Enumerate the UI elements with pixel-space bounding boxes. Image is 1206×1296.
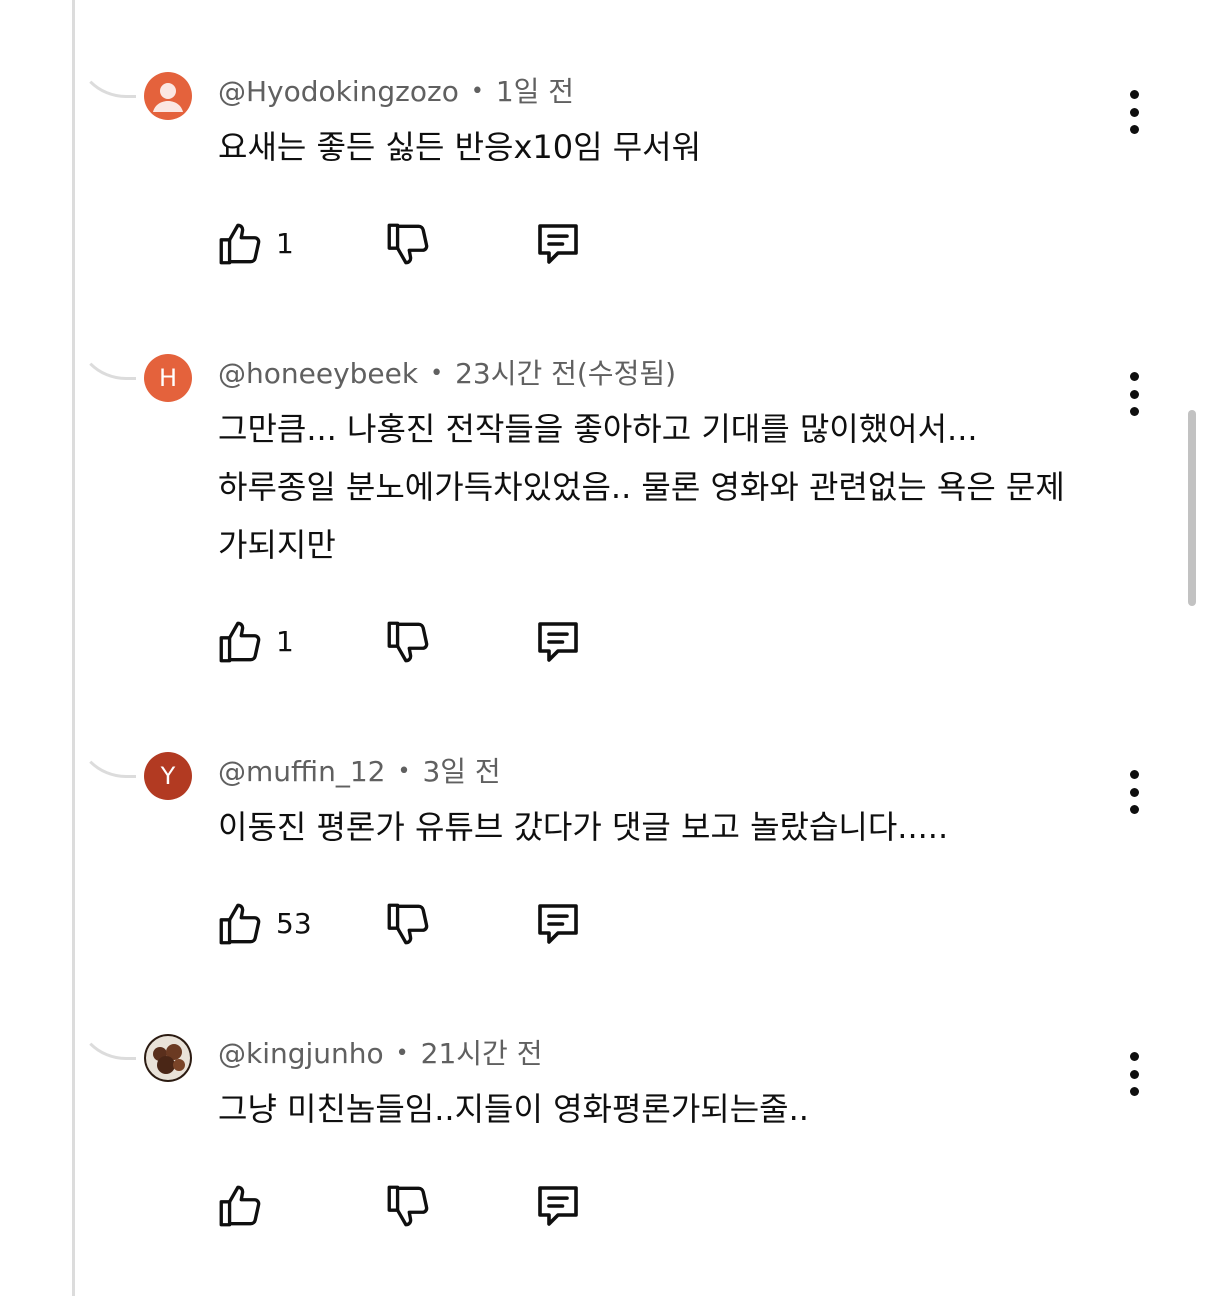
comment-line: 이동진 평론가 유튜브 갔다가 댓글 보고 놀랐습니다.....	[218, 808, 949, 846]
comment-author[interactable]: @kingjunho	[218, 1037, 384, 1070]
scrollbar-thumb[interactable]	[1188, 410, 1196, 606]
thread-branch	[74, 8, 136, 98]
avatar-letter: H	[158, 364, 178, 392]
comment-line: 그만큼... 나홍진 전작들을 좋아하고 기대를 많이했어서...	[218, 410, 978, 448]
comment-meta: @honeeybeek • 23시간 전(수정됨)	[218, 354, 676, 394]
comment-text: 이동진 평론가 유튜브 갔다가 댓글 보고 놀랐습니다.....	[218, 798, 1118, 856]
comment-time[interactable]: 23시간 전(수정됨)	[455, 357, 676, 390]
reply-bubble-icon	[538, 1186, 578, 1226]
dislike-button[interactable]	[378, 214, 438, 274]
more-vertical-icon	[1129, 90, 1139, 99]
avatar[interactable]: H	[144, 354, 192, 402]
thumbs-down-icon	[387, 621, 429, 663]
more-vertical-icon	[1129, 770, 1139, 779]
like-count: 1	[276, 227, 294, 260]
reply-bubble-icon	[538, 622, 578, 662]
thread-line	[72, 0, 75, 1296]
thumbs-up-icon	[219, 621, 261, 663]
dislike-button[interactable]	[378, 894, 438, 954]
more-vertical-icon	[1129, 1052, 1139, 1061]
more-dot	[1129, 107, 1139, 117]
thread-branch	[74, 290, 136, 380]
more-dot	[1129, 1069, 1139, 1079]
more-dot	[1129, 389, 1139, 399]
avatar[interactable]: Y	[144, 752, 192, 800]
like-button[interactable]	[210, 1176, 270, 1236]
thumbs-down-icon	[387, 223, 429, 265]
separator-dot: •	[397, 759, 411, 784]
like-count: 1	[276, 625, 294, 658]
comment-author[interactable]: @honeeybeek	[218, 357, 418, 390]
more-dot	[1129, 787, 1139, 797]
comment-text: 그만큼... 나홍진 전작들을 좋아하고 기대를 많이했어서... 하루종일 분…	[218, 400, 1118, 574]
profile-photo	[144, 1034, 192, 1082]
separator-dot: •	[395, 1041, 409, 1066]
separator-dot: •	[430, 361, 444, 386]
comment-meta: @Hyodokingzozo • 1일 전	[218, 72, 574, 112]
dislike-button[interactable]	[378, 1176, 438, 1236]
comment-text: 그냥 미친놈들임..지들이 영화평론가되는줄..	[218, 1080, 1118, 1138]
comment-meta: @kingjunho • 21시간 전	[218, 1034, 542, 1074]
reply-bubble-icon	[538, 904, 578, 944]
comment-time[interactable]: 3일 전	[422, 755, 500, 788]
avatar-letter: Y	[160, 762, 176, 790]
comment-line: 그냥 미친놈들임..지들이 영화평론가되는줄..	[218, 1090, 809, 1128]
comment-author[interactable]: @muffin_12	[218, 755, 385, 788]
dislike-button[interactable]	[378, 612, 438, 672]
reply-bubble-icon	[538, 224, 578, 264]
thumbs-down-icon	[387, 1185, 429, 1227]
comment-text: 요새는 좋든 싫든 반응x10임 무서워	[218, 118, 1118, 176]
like-count: 53	[276, 907, 312, 940]
thumbs-up-icon	[219, 1185, 261, 1227]
person-icon	[153, 83, 183, 112]
comment-line: 가되지만	[218, 526, 336, 564]
comment-line: 요새는 좋든 싫든 반응x10임 무서워	[218, 128, 702, 166]
thread-branch	[74, 688, 136, 778]
more-dot	[1129, 1087, 1139, 1096]
more-actions-button[interactable]	[1116, 1048, 1152, 1100]
avatar[interactable]	[144, 1034, 192, 1082]
separator-dot: •	[470, 79, 484, 104]
comment-time[interactable]: 1일 전	[496, 75, 574, 108]
reply-button[interactable]	[528, 894, 588, 954]
comment-author[interactable]: @Hyodokingzozo	[218, 75, 459, 108]
more-actions-button[interactable]	[1116, 766, 1152, 818]
thread-branch	[74, 970, 136, 1060]
thumbs-up-icon	[219, 223, 261, 265]
thumbs-up-icon	[219, 903, 261, 945]
comment-time[interactable]: 21시간 전	[421, 1037, 543, 1070]
like-button[interactable]	[210, 214, 270, 274]
more-dot	[1129, 805, 1139, 814]
avatar[interactable]	[144, 72, 192, 120]
more-actions-button[interactable]	[1116, 368, 1152, 420]
more-dot	[1129, 125, 1139, 134]
more-vertical-icon	[1129, 372, 1139, 381]
more-dot	[1129, 407, 1139, 416]
reply-button[interactable]	[528, 214, 588, 274]
more-actions-button[interactable]	[1116, 86, 1152, 138]
reply-button[interactable]	[528, 1176, 588, 1236]
comment-line: 하루종일 분노에가득차있었음.. 물론 영화와 관련없는 욕은 문제	[218, 468, 1065, 506]
comment-meta: @muffin_12 • 3일 전	[218, 752, 501, 792]
reply-button[interactable]	[528, 612, 588, 672]
like-button[interactable]	[210, 894, 270, 954]
like-button[interactable]	[210, 612, 270, 672]
thumbs-down-icon	[387, 903, 429, 945]
